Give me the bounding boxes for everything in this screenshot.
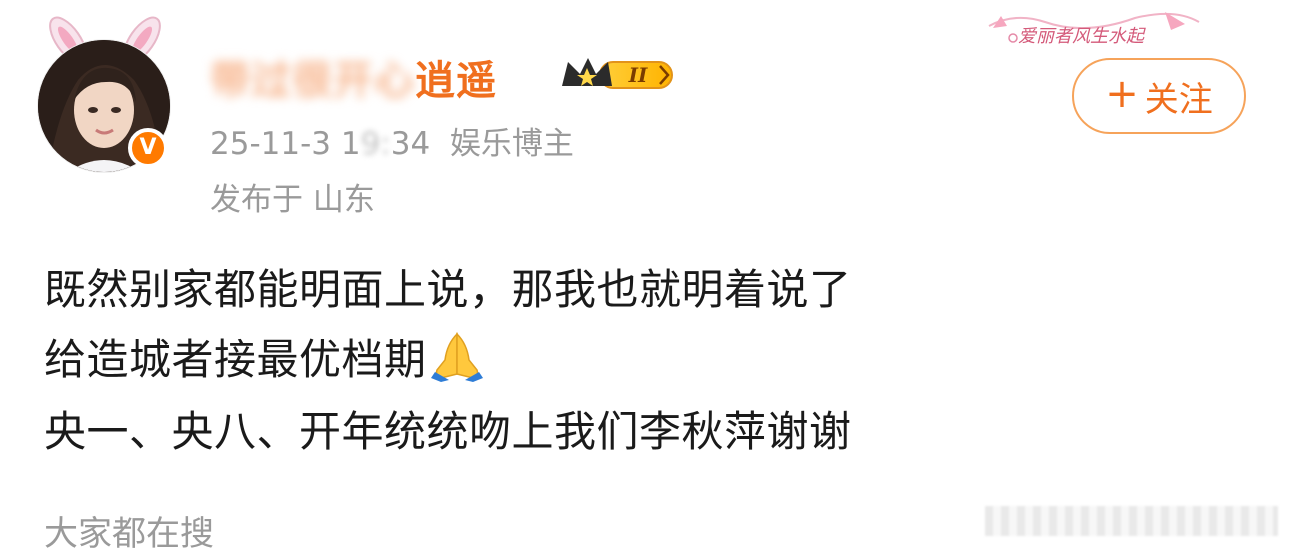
folded-hands-emoji-icon bbox=[430, 332, 483, 382]
follow-button-label: 关注 bbox=[1144, 79, 1213, 120]
plus-icon: + bbox=[1105, 71, 1139, 117]
watermark-text: 爱丽者风生水起 bbox=[1018, 26, 1144, 47]
trending-label[interactable]: 大家都在搜 bbox=[44, 506, 214, 555]
author-role: 娱乐博主 bbox=[449, 126, 574, 162]
timestamp-date: 25-11-3 1 bbox=[210, 126, 361, 162]
timestamp-obscured: 9: bbox=[360, 126, 391, 162]
post-timestamp: 25-11-3 19:34 娱乐博主 bbox=[210, 118, 574, 163]
post-content-line-1: 既然别家都能明面上说，那我也就明着说了 bbox=[44, 265, 852, 314]
post-content-line-2-text: 给造城者接最优档期 bbox=[44, 335, 427, 384]
timestamp-minutes: 34 bbox=[390, 126, 431, 162]
username[interactable]: 带过很开心逍遥 bbox=[210, 48, 497, 106]
level-badge-text: II bbox=[628, 63, 648, 87]
username-obscured: 带过很开心 bbox=[210, 58, 415, 104]
verified-badge-icon: V bbox=[128, 128, 168, 168]
trending-obscured-bar bbox=[985, 506, 1278, 536]
post-location: 发布于 山东 bbox=[210, 182, 375, 218]
post-content-line-3: 央一、央八、开年统统吻上我们李秋萍谢谢 bbox=[44, 407, 852, 456]
crown-level-icon[interactable]: II bbox=[560, 56, 676, 94]
post-content-line-2: 给造城者接最优档期 bbox=[44, 326, 487, 387]
follow-button[interactable]: + 关注 bbox=[1072, 58, 1246, 134]
username-visible: 逍遥 bbox=[415, 58, 497, 104]
